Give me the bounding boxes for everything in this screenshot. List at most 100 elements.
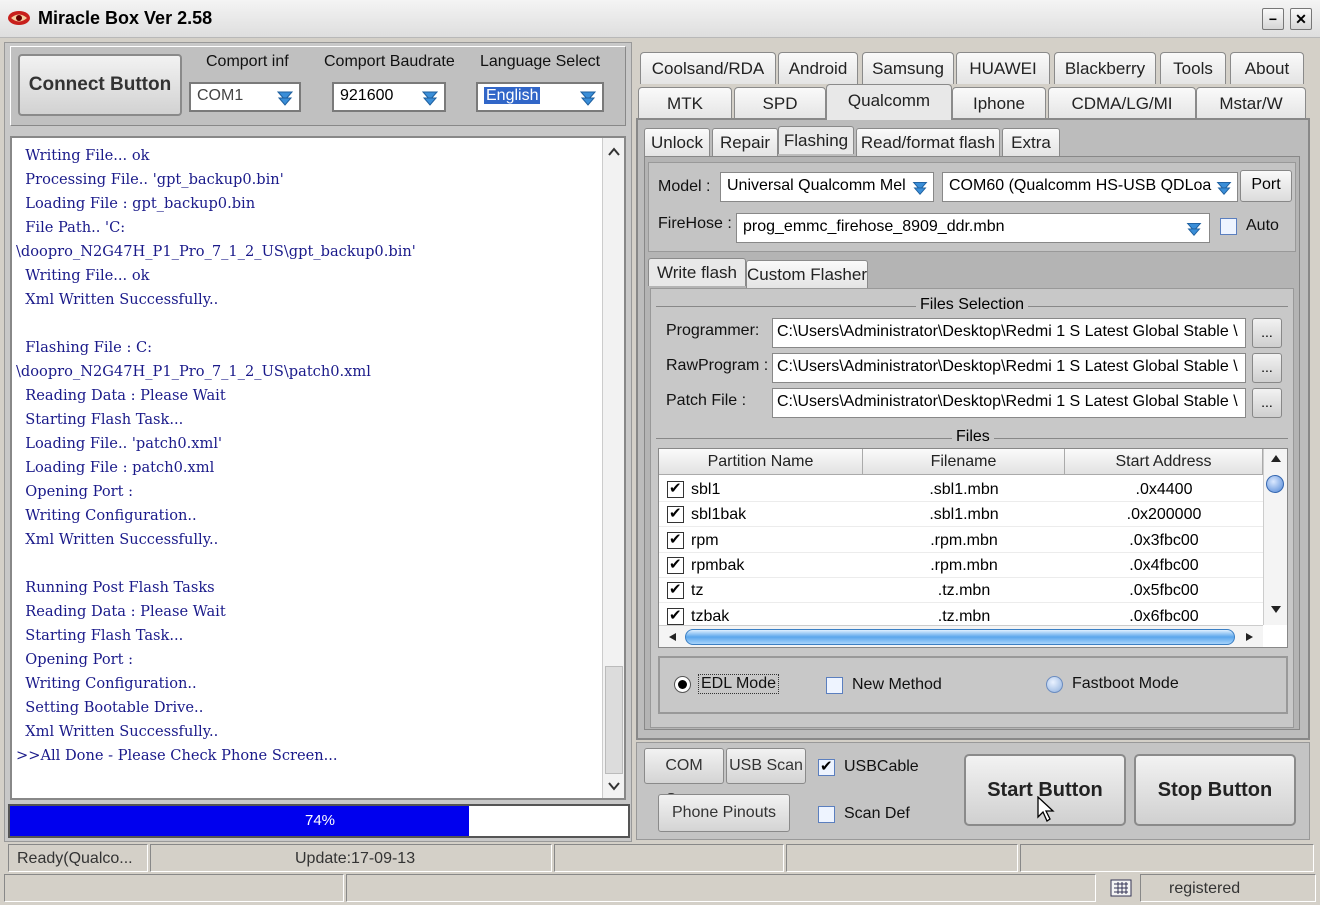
- stop-button[interactable]: Stop Button: [1134, 754, 1296, 826]
- partition-checkbox[interactable]: [667, 606, 684, 625]
- status-cell: [346, 874, 1096, 902]
- status-bar: Ready(Qualco... Update:17-09-13 register…: [0, 842, 1320, 905]
- tab-custom-flasher[interactable]: Custom Flasher: [746, 260, 868, 288]
- port-select[interactable]: COM60 (Qualcomm HS-USB QDLoa: [942, 172, 1238, 202]
- minimize-button[interactable]: −: [1262, 8, 1284, 30]
- patch-path-input[interactable]: C:\Users\Administrator\Desktop\Redmi 1 S…: [772, 388, 1246, 418]
- chevron-down-icon[interactable]: [1213, 176, 1235, 198]
- chevron-down-icon[interactable]: [418, 86, 442, 108]
- tab-write-flash[interactable]: Write flash: [648, 258, 746, 286]
- log-text: Writing File... ok Processing File.. 'gp…: [16, 144, 606, 768]
- chevron-down-icon[interactable]: [576, 86, 600, 108]
- baud-label: Comport Baudrate: [324, 53, 455, 70]
- log-output[interactable]: Writing File... ok Processing File.. 'gp…: [10, 136, 626, 800]
- tab-iphone[interactable]: Iphone: [952, 87, 1046, 119]
- table-row[interactable]: tz .tz.mbn .0x5fbc00: [659, 578, 1263, 604]
- log-line: Running Post Flash Tasks: [16, 579, 215, 596]
- tab-tools[interactable]: Tools: [1160, 52, 1226, 84]
- programmer-label: Programmer:: [666, 322, 760, 339]
- auto-checkbox[interactable]: [1220, 218, 1237, 235]
- scroll-down-icon[interactable]: [607, 780, 621, 792]
- start-address-cell: .0x4400: [1135, 481, 1193, 498]
- chevron-down-icon[interactable]: [1183, 217, 1205, 239]
- subtab-unlock[interactable]: Unlock: [644, 128, 710, 156]
- tab-coolsand-rda[interactable]: Coolsand/RDA: [640, 52, 776, 84]
- scroll-up-icon[interactable]: [607, 146, 621, 158]
- scroll-down-icon[interactable]: [1270, 605, 1282, 615]
- auto-label: Auto: [1246, 217, 1279, 234]
- tab-qualcomm[interactable]: Qualcomm: [826, 84, 952, 120]
- rawprogram-path-input[interactable]: C:\Users\Administrator\Desktop\Redmi 1 S…: [772, 353, 1246, 383]
- model-select[interactable]: Universal Qualcomm Mel: [720, 172, 934, 202]
- subtab-read-format-flash[interactable]: Read/format flash: [856, 128, 1000, 156]
- phone-pinouts-button[interactable]: Phone Pinouts: [658, 794, 790, 832]
- log-line: \doopro_N2G47H_P1_Pro_7_1_2_US\patch0.xm…: [16, 363, 371, 380]
- programmer-browse-button[interactable]: ...: [1252, 318, 1282, 348]
- scan-def-checkbox[interactable]: [818, 806, 835, 823]
- chevron-down-icon[interactable]: [273, 86, 297, 108]
- edl-mode-label[interactable]: EDL Mode: [698, 674, 779, 694]
- new-method-checkbox[interactable]: [826, 677, 843, 694]
- language-select[interactable]: English: [476, 82, 604, 112]
- start-address-cell: .0x200000: [1126, 506, 1202, 524]
- language-value: English: [484, 87, 541, 104]
- usb-scan-button[interactable]: USB Scan: [726, 748, 806, 784]
- table-hscrollbar[interactable]: [659, 625, 1263, 647]
- partition-checkbox[interactable]: [667, 530, 684, 549]
- log-scroll-thumb[interactable]: [605, 666, 623, 774]
- table-row[interactable]: sbl1bak .sbl1.mbn .0x200000: [659, 502, 1263, 528]
- subtab-repair[interactable]: Repair: [712, 128, 778, 156]
- partition-checkbox[interactable]: [667, 580, 684, 600]
- log-scrollbar[interactable]: [602, 138, 624, 798]
- column-header-start-address[interactable]: Start Address: [1065, 449, 1263, 475]
- tab-blackberry[interactable]: Blackberry: [1054, 52, 1156, 84]
- tab-mstar-w[interactable]: Mstar/W: [1196, 87, 1306, 119]
- tab-spd[interactable]: SPD: [734, 87, 826, 119]
- log-line: Reading Data : Please Wait: [16, 603, 226, 620]
- partition-checkbox[interactable]: [667, 504, 684, 524]
- scroll-right-icon[interactable]: [1245, 632, 1255, 642]
- tab-cdma-lg-mi[interactable]: CDMA/LG/MI: [1048, 87, 1196, 119]
- port-button[interactable]: Port: [1240, 170, 1292, 202]
- rawprogram-browse-button[interactable]: ...: [1252, 353, 1282, 383]
- close-button[interactable]: ✕: [1290, 8, 1312, 30]
- usbcable-checkbox[interactable]: [818, 757, 835, 776]
- files-table[interactable]: Partition Name Filename Start Address sb…: [658, 448, 1288, 648]
- table-row[interactable]: rpmbak .rpm.mbn .0x4fbc00: [659, 553, 1263, 578]
- table-hscroll-thumb[interactable]: [685, 629, 1235, 645]
- firehose-select[interactable]: prog_emmc_firehose_8909_ddr.mbn: [736, 213, 1210, 243]
- scroll-left-icon[interactable]: [667, 632, 677, 642]
- scroll-up-icon[interactable]: [1270, 453, 1282, 463]
- table-vscrollbar[interactable]: [1263, 449, 1287, 625]
- edl-mode-radio[interactable]: [674, 676, 691, 693]
- tab-huawei[interactable]: HUAWEI: [956, 52, 1050, 84]
- subtab-flashing[interactable]: Flashing: [778, 126, 854, 154]
- tab-android[interactable]: Android: [778, 52, 858, 84]
- partition-name-cell: sbl1: [691, 481, 721, 498]
- progress-bar: 74%: [8, 804, 630, 838]
- log-line: Writing Configuration..: [16, 507, 197, 524]
- table-scroll-thumb[interactable]: [1266, 475, 1284, 493]
- log-line: Reading Data : Please Wait: [16, 387, 226, 404]
- com-scan-button[interactable]: COM Scan: [644, 748, 724, 808]
- tab-samsung[interactable]: Samsung: [862, 52, 954, 84]
- column-header-filename[interactable]: Filename: [863, 449, 1065, 475]
- tab-about[interactable]: About: [1230, 52, 1304, 84]
- baudrate-select[interactable]: 921600: [332, 82, 446, 112]
- table-row[interactable]: rpm .rpm.mbn .0x3fbc00: [659, 528, 1263, 553]
- subtab-extra[interactable]: Extra: [1002, 128, 1060, 156]
- column-header-partition[interactable]: Partition Name: [659, 449, 863, 475]
- patch-browse-button[interactable]: ...: [1252, 388, 1282, 418]
- comport-select[interactable]: COM1: [189, 82, 301, 112]
- table-row[interactable]: sbl1 .sbl1.mbn .0x4400: [659, 477, 1263, 502]
- tab-mtk[interactable]: MTK: [638, 87, 732, 119]
- log-line: >>All Done - Please Check Phone Screen..…: [16, 747, 338, 764]
- programmer-path-input[interactable]: C:\Users\Administrator\Desktop\Redmi 1 S…: [772, 318, 1246, 348]
- chevron-down-icon[interactable]: [909, 176, 931, 198]
- partition-checkbox[interactable]: [667, 479, 684, 498]
- partition-checkbox[interactable]: [667, 555, 684, 574]
- connect-button[interactable]: Connect Button: [18, 54, 182, 116]
- fastboot-mode-radio[interactable]: [1046, 676, 1063, 693]
